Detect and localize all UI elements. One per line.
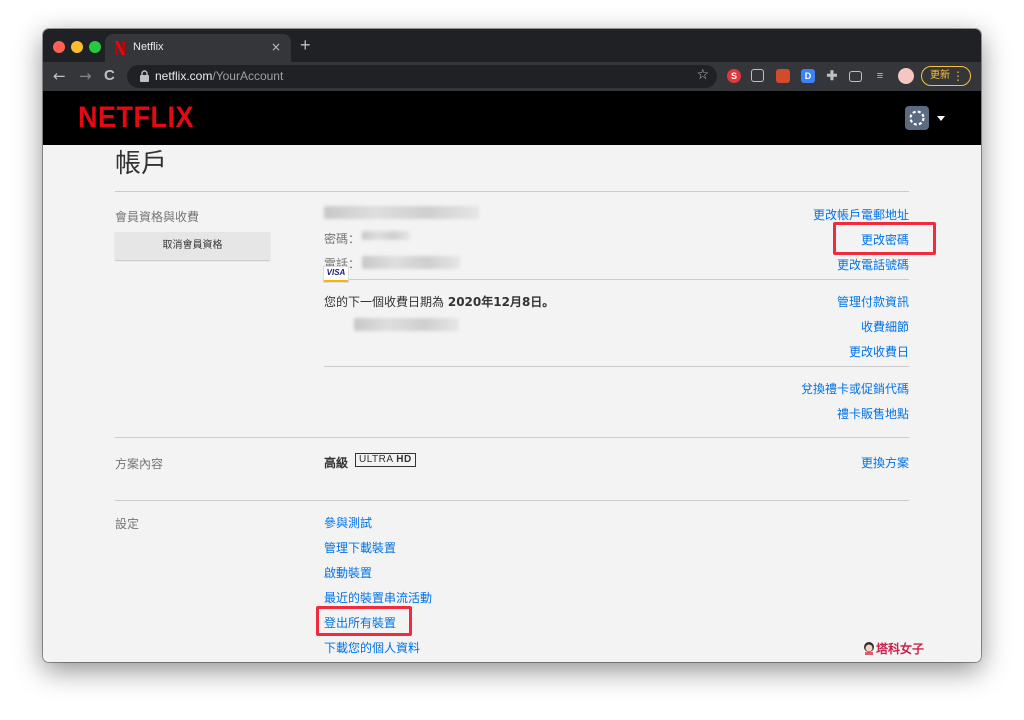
close-window-button[interactable] (53, 41, 65, 53)
url-path: /YourAccount (212, 69, 284, 83)
netflix-favicon-icon (115, 41, 125, 55)
ultra-hd-badge-text: ULTRA (359, 454, 393, 465)
tab-title: Netflix (133, 41, 164, 53)
download-personal-info-link[interactable]: 下載您的個人資料 (324, 639, 420, 656)
tab-strip: Netflix × + (43, 29, 981, 62)
url-text: netflix.com/YourAccount (155, 69, 283, 83)
settings-section-label: 設定 (115, 517, 140, 531)
next-billing-text: 您的下一個收費日期為 2020年12月8日。 (324, 293, 554, 310)
recent-streaming-activity-link[interactable]: 最近的裝置串流活動 (324, 589, 432, 606)
cast-icon[interactable] (849, 71, 862, 82)
test-participation-link[interactable]: 參與測試 (324, 514, 372, 531)
email-redacted (324, 206, 479, 219)
highlight-box-sign-out (316, 606, 412, 636)
membership-section-label: 會員資格與收費 (115, 210, 200, 224)
password-label: 密碼： (324, 232, 361, 246)
page-title: 帳戶 (115, 149, 168, 179)
highlight-box-change-password (833, 222, 936, 255)
address-bar[interactable]: netflix.com/YourAccount ☆ (127, 65, 717, 88)
password-redacted (362, 231, 410, 240)
divider (115, 500, 909, 501)
reading-list-icon[interactable]: ≡ (873, 69, 887, 83)
bookmark-star-icon[interactable]: ☆ (696, 67, 709, 83)
next-billing-date: 2020年12月8日。 (447, 295, 555, 309)
profile-icon[interactable] (905, 106, 929, 130)
manage-download-devices-link[interactable]: 管理下載裝置 (324, 539, 396, 556)
profile-avatar-icon[interactable] (898, 68, 914, 84)
billing-details-link[interactable]: 收費細節 (861, 318, 909, 335)
menu-dots-icon: ⋮ (952, 69, 964, 83)
next-billing-prefix: 您的下一個收費日期為 (324, 295, 445, 309)
extension-s-icon[interactable]: S (727, 69, 741, 83)
forward-arrow-icon[interactable]: → (79, 67, 92, 85)
maximize-window-button[interactable] (89, 41, 101, 53)
lock-icon (140, 70, 149, 82)
ultra-hd-badge-bold: HD (396, 454, 412, 465)
gift-card-retailers-link[interactable]: 禮卡販售地點 (837, 405, 909, 422)
back-arrow-icon[interactable]: ← (53, 67, 66, 85)
manage-payment-link[interactable]: 管理付款資訊 (837, 293, 909, 310)
card-number-redacted (354, 318, 459, 331)
change-email-link[interactable]: 更改帳戶電郵地址 (813, 206, 909, 223)
change-plan-link[interactable]: 更換方案 (861, 454, 909, 471)
redeem-gift-card-link[interactable]: 兌換禮卡或促銷代碼 (801, 380, 909, 397)
extensions-puzzle-icon[interactable]: ✚ (825, 69, 839, 83)
reload-icon[interactable]: C (104, 67, 115, 84)
divider (115, 437, 909, 438)
watermark-text: 塔科女子 (876, 642, 925, 656)
cancel-membership-button[interactable]: 取消會員資格 (115, 232, 270, 260)
divider (115, 191, 909, 192)
pocket-extension-icon[interactable] (751, 69, 764, 82)
change-billing-day-link[interactable]: 更改收費日 (849, 343, 909, 360)
extension-d-icon[interactable]: D (801, 69, 815, 83)
bookmark-extension-icon[interactable] (776, 69, 790, 83)
minimize-window-button[interactable] (71, 41, 83, 53)
phone-redacted (362, 256, 460, 269)
netflix-header: NETFLIX (43, 91, 981, 145)
plan-name: 高級 (324, 456, 349, 470)
tab-close-icon[interactable]: × (271, 40, 281, 54)
girl-avatar-icon (864, 642, 874, 655)
divider (324, 279, 909, 280)
url-host: netflix.com (155, 69, 213, 83)
netflix-logo[interactable]: NETFLIX (78, 100, 194, 134)
tab-netflix[interactable]: Netflix × (105, 34, 291, 62)
ultra-hd-badge: ULTRA HD (355, 453, 416, 467)
loading-ring-icon (909, 110, 925, 126)
activate-device-link[interactable]: 啟動裝置 (324, 564, 372, 581)
watermark: 塔科女子 (862, 640, 924, 657)
browser-window: Netflix × + ← → C netflix.com/YourAccoun… (43, 29, 981, 662)
new-tab-button[interactable]: + (300, 35, 311, 56)
update-button[interactable]: 更新 ⋮ (921, 66, 971, 86)
profile-dropdown-caret-icon[interactable] (937, 116, 945, 121)
visa-card-icon: VISA (324, 267, 348, 282)
plan-section-label: 方案內容 (115, 457, 164, 471)
update-label: 更新 (930, 70, 950, 81)
change-phone-link[interactable]: 更改電話號碼 (837, 256, 909, 273)
page-content: NETFLIX 帳戶 會員資格與收費 取消會員資格 密碼： 電話： 更改帳戶電郵… (43, 91, 981, 662)
browser-toolbar: ← → C netflix.com/YourAccount ☆ S D ✚ ≡ … (43, 62, 981, 91)
divider (324, 366, 909, 367)
